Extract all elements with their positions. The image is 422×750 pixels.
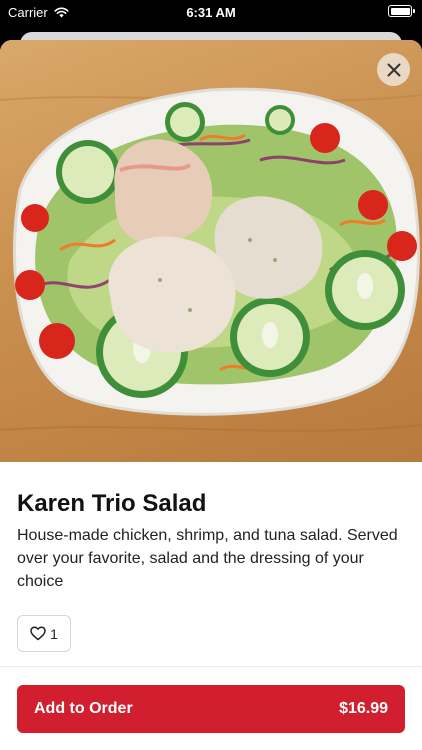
item-title: Karen Trio Salad bbox=[17, 490, 207, 517]
close-icon bbox=[387, 63, 400, 76]
salad-illustration bbox=[0, 87, 422, 432]
add-to-order-button[interactable]: Add to Order $16.99 bbox=[17, 685, 405, 733]
status-time: 6:31 AM bbox=[186, 5, 236, 20]
status-bar: Carrier 6:31 AM bbox=[0, 0, 422, 24]
add-to-order-label: Add to Order bbox=[34, 700, 133, 717]
like-count: 1 bbox=[50, 625, 58, 642]
close-button[interactable] bbox=[377, 53, 410, 86]
battery-icon bbox=[388, 5, 415, 17]
divider bbox=[0, 666, 422, 667]
item-detail-sheet: Karen Trio Salad House-made chicken, shr… bbox=[0, 40, 422, 750]
order-price: $16.99 bbox=[339, 700, 388, 717]
like-button[interactable]: 1 bbox=[17, 615, 71, 652]
item-description: House-made chicken, shrimp, and tuna sal… bbox=[17, 527, 398, 590]
salad-photo bbox=[0, 40, 422, 462]
heart-icon bbox=[30, 626, 46, 641]
